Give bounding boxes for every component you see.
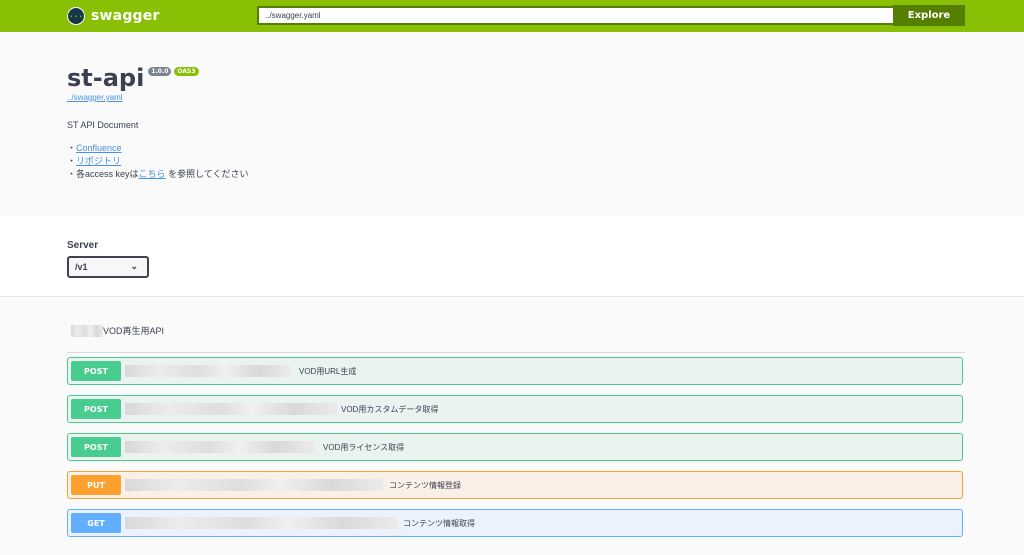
- swagger-logo-text: swagger: [91, 8, 160, 24]
- redacted-text: [71, 324, 103, 337]
- oas-badge: OAS3: [174, 66, 199, 76]
- operation-row[interactable]: POST VOD用ライセンス取得: [67, 433, 963, 461]
- method-badge: POST: [71, 361, 121, 381]
- operation-summary: コンテンツ情報登録: [389, 480, 461, 490]
- redacted-path: [125, 365, 291, 377]
- method-badge: GET: [71, 513, 121, 533]
- bullet: ・: [67, 169, 77, 179]
- method-badge: POST: [71, 437, 121, 457]
- topbar: {···} swagger Explore: [0, 0, 1024, 32]
- swagger-logo-icon: {···}: [64, 7, 88, 25]
- bullet: ・: [67, 143, 77, 153]
- operation-summary: VOD用カスタムデータ取得: [341, 404, 439, 414]
- access-key-link[interactable]: こちら: [139, 169, 166, 179]
- method-badge: POST: [71, 399, 121, 419]
- redacted-path: [125, 479, 383, 491]
- operation-summary: VOD用URL生成: [299, 366, 357, 376]
- access-key-text: 各access keyは: [76, 169, 139, 179]
- operation-summary: コンテンツ情報取得: [403, 518, 475, 528]
- server-label: Server: [67, 240, 99, 251]
- explore-button[interactable]: Explore: [893, 5, 965, 26]
- redacted-path: [125, 403, 337, 415]
- spec-file-link[interactable]: ../swagger.yaml: [67, 93, 249, 102]
- server-select[interactable]: /v1 ⌄: [67, 256, 149, 278]
- bullet: ・: [67, 156, 77, 166]
- swagger-logo[interactable]: {···} swagger: [64, 7, 160, 25]
- spec-url-input[interactable]: [257, 6, 893, 25]
- info-links: ・Confluence ・リポジトリ ・各access keyはこちら を参照し…: [67, 142, 249, 181]
- operation-row[interactable]: POST VOD用カスタムデータ取得: [67, 395, 963, 423]
- operation-row[interactable]: POST VOD用URL生成: [67, 357, 963, 385]
- redacted-path: [125, 441, 315, 453]
- chevron-down-icon: ⌄: [130, 261, 138, 271]
- operation-row[interactable]: GET コンテンツ情報取得: [67, 509, 963, 537]
- method-badge: PUT: [71, 475, 121, 495]
- redacted-path: [125, 517, 397, 529]
- tag-header[interactable]: VOD再生用API: [67, 318, 965, 353]
- tag-name: VOD再生用API: [103, 326, 165, 336]
- servers-section: Server /v1 ⌄: [0, 216, 1024, 297]
- api-info: st-api 1.0.0 OAS3 ../swagger.yaml ST API…: [67, 64, 249, 181]
- operation-summary: VOD用ライセンス取得: [323, 442, 405, 452]
- server-selected-value: /v1: [75, 262, 88, 272]
- repository-link[interactable]: リポジトリ: [76, 156, 121, 166]
- api-title: st-api: [67, 64, 145, 92]
- version-badge: 1.0.0: [148, 66, 172, 76]
- confluence-link[interactable]: Confluence: [76, 143, 122, 153]
- api-description: ST API Document: [67, 120, 139, 130]
- operation-row[interactable]: PUT コンテンツ情報登録: [67, 471, 963, 499]
- access-key-suffix: を参照してください: [165, 169, 249, 179]
